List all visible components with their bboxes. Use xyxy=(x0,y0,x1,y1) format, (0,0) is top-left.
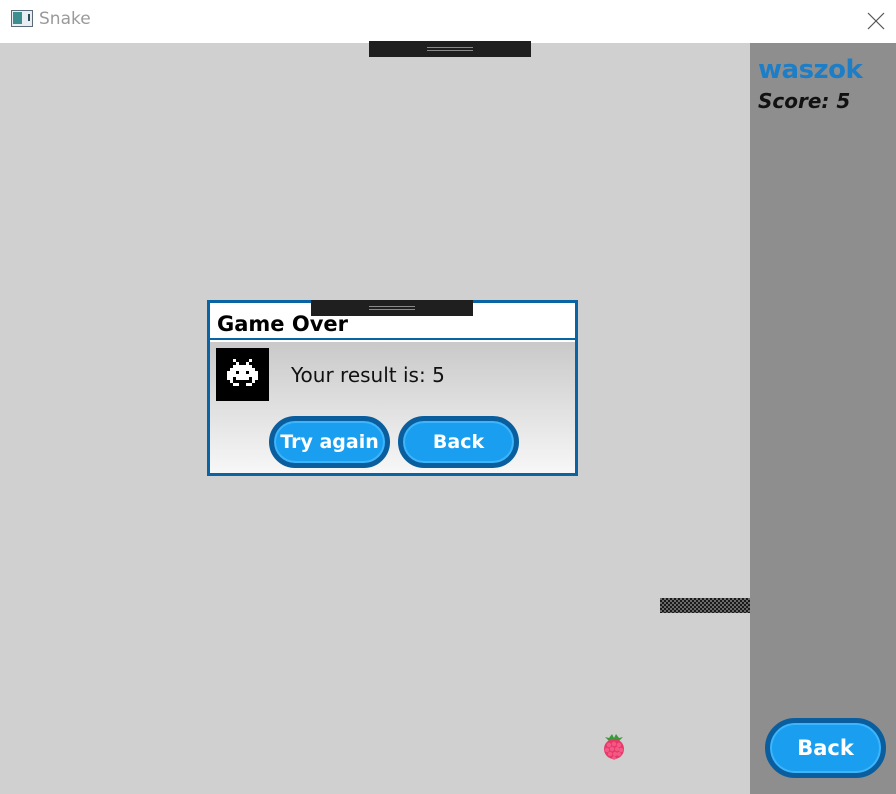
dialog-drag-handle[interactable] xyxy=(311,300,473,316)
window-titlebar: Snake xyxy=(0,0,896,43)
grip-icon xyxy=(427,47,473,51)
space-invader-icon xyxy=(216,348,269,401)
player-name: waszok xyxy=(758,55,863,85)
grip-icon xyxy=(369,306,415,310)
game-over-dialog: Game Over Your result is: 5 Try again Ba… xyxy=(207,300,578,476)
score-display: Score: 5 xyxy=(758,89,851,113)
score-sidebar xyxy=(750,43,896,794)
snake-body xyxy=(660,598,750,613)
top-drag-handle[interactable] xyxy=(369,41,531,57)
dialog-back-button[interactable]: Back xyxy=(398,416,519,468)
raspberry-icon xyxy=(604,734,624,760)
app-window-icon xyxy=(11,10,33,27)
dialog-body: Your result is: 5 Try again Back xyxy=(210,342,575,473)
window-title: Snake xyxy=(39,9,91,29)
try-again-button[interactable]: Try again xyxy=(269,416,390,468)
sidebar-back-button[interactable]: Back xyxy=(765,718,886,778)
window-close-button[interactable] xyxy=(858,4,894,36)
close-icon xyxy=(867,12,885,30)
result-text: Your result is: 5 xyxy=(291,363,445,387)
